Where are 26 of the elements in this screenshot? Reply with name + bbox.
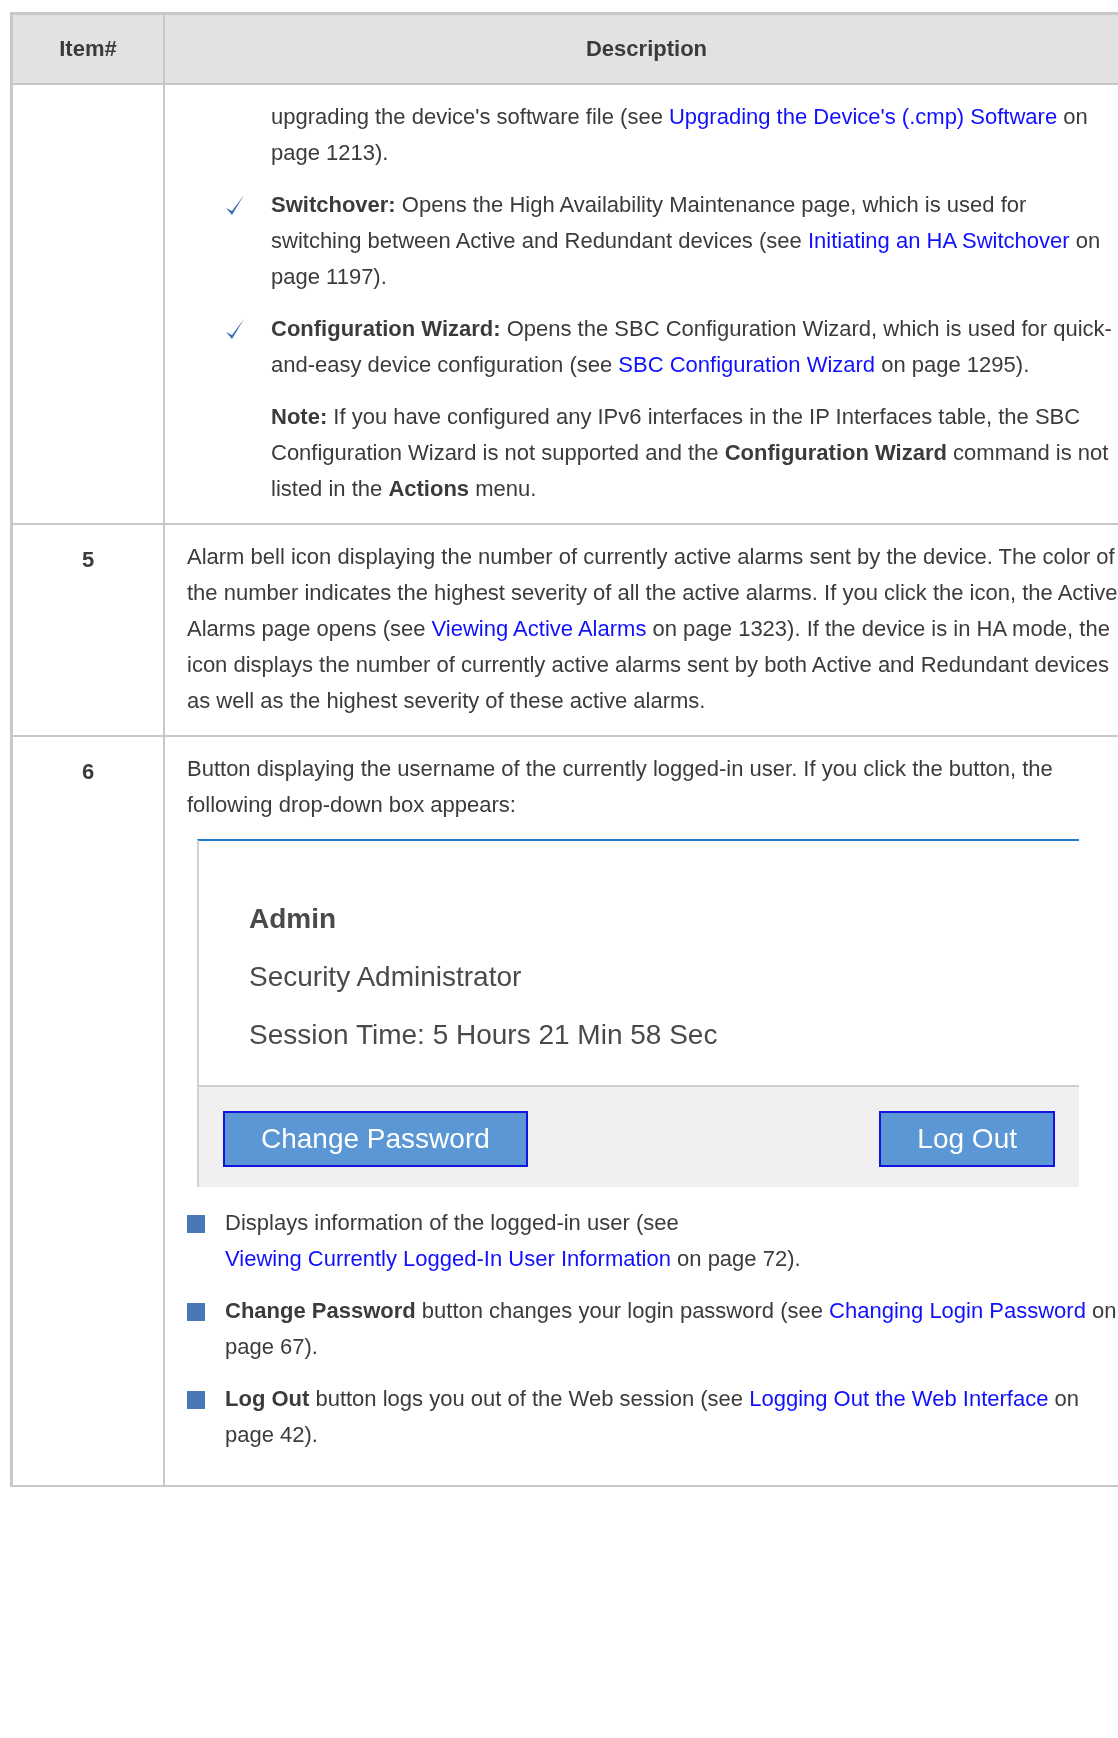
paragraph: Note: If you have configured any IPv6 interfaces in the IP Interfaces table, the SBC Configuration Wizard is not supported and the Configuration Wizard command is not listed in the Actions menu. bbox=[271, 403, 1110, 503]
column-header: Description bbox=[164, 13, 1118, 84]
session-time: Session Time: 5 Hours 21 Min 58 Sec bbox=[249, 1019, 719, 1051]
bullet-icon bbox=[187, 1303, 205, 1321]
bullet-icon bbox=[187, 1391, 205, 1409]
paragraph: Displays information of the logged-in user (see Viewing Currently Logged-In User Information on page 72). bbox=[225, 1209, 802, 1273]
link[interactable]: Viewing Active Alarms bbox=[431, 616, 647, 641]
item-number: 5 bbox=[81, 547, 95, 572]
paragraph: Button displaying the username of the currently logged-in user. If you click the button, the following drop-down box appears: bbox=[187, 755, 1054, 819]
link[interactable]: Changing Login Password bbox=[829, 1298, 1086, 1323]
link[interactable]: SBC Configuration Wizard bbox=[618, 352, 876, 377]
paragraph: Switchover: Opens the High Availability Maintenance page, which is used for switching between Active and Redundant devices (see Initiating an HA Switchover on page 1197). bbox=[271, 191, 1102, 291]
user-role: Security Administrator bbox=[249, 961, 523, 993]
paragraph: Change Password button changes your login password (see Changing Login Password on page 67). bbox=[225, 1297, 1118, 1361]
column-header: Item# bbox=[11, 13, 164, 84]
paragraph: Configuration Wizard: Opens the SBC Configuration Wizard, which is used for quick-and-easy device configuration (see SBC Configuration Wizard on page 1295). bbox=[271, 315, 1113, 379]
link[interactable]: Upgrading the Device's (.cmp) Software bbox=[669, 104, 1058, 129]
bullet-icon bbox=[187, 1215, 205, 1233]
link[interactable]: Logging Out the Web Interface bbox=[749, 1386, 1049, 1411]
username: Admin bbox=[249, 903, 338, 935]
paragraph: Log Out button logs you out of the Web session (see Logging Out the Web Interface on page 42). bbox=[225, 1385, 1080, 1449]
paragraph: Alarm bell icon displaying the number of currently active alarms sent by the device. The color of the number indicates the highest severity of all the active alarms. If you click the icon, the Active Alarms page opens (see Viewing Active Alarms on page 1323). If the device is in HA mode, the icon displays the number of currently active alarms sent by both Active and Redundant devices as well as the highest severity of these active alarms. bbox=[187, 543, 1118, 715]
link[interactable]: Initiating an HA Switchover bbox=[807, 228, 1070, 253]
link[interactable]: Viewing Currently Logged-In User Information bbox=[225, 1246, 671, 1271]
item-number: 6 bbox=[81, 759, 95, 784]
paragraph: upgrading the device's software file (see Upgrading the Device's (.cmp) Software on page 1213). bbox=[271, 103, 1089, 167]
